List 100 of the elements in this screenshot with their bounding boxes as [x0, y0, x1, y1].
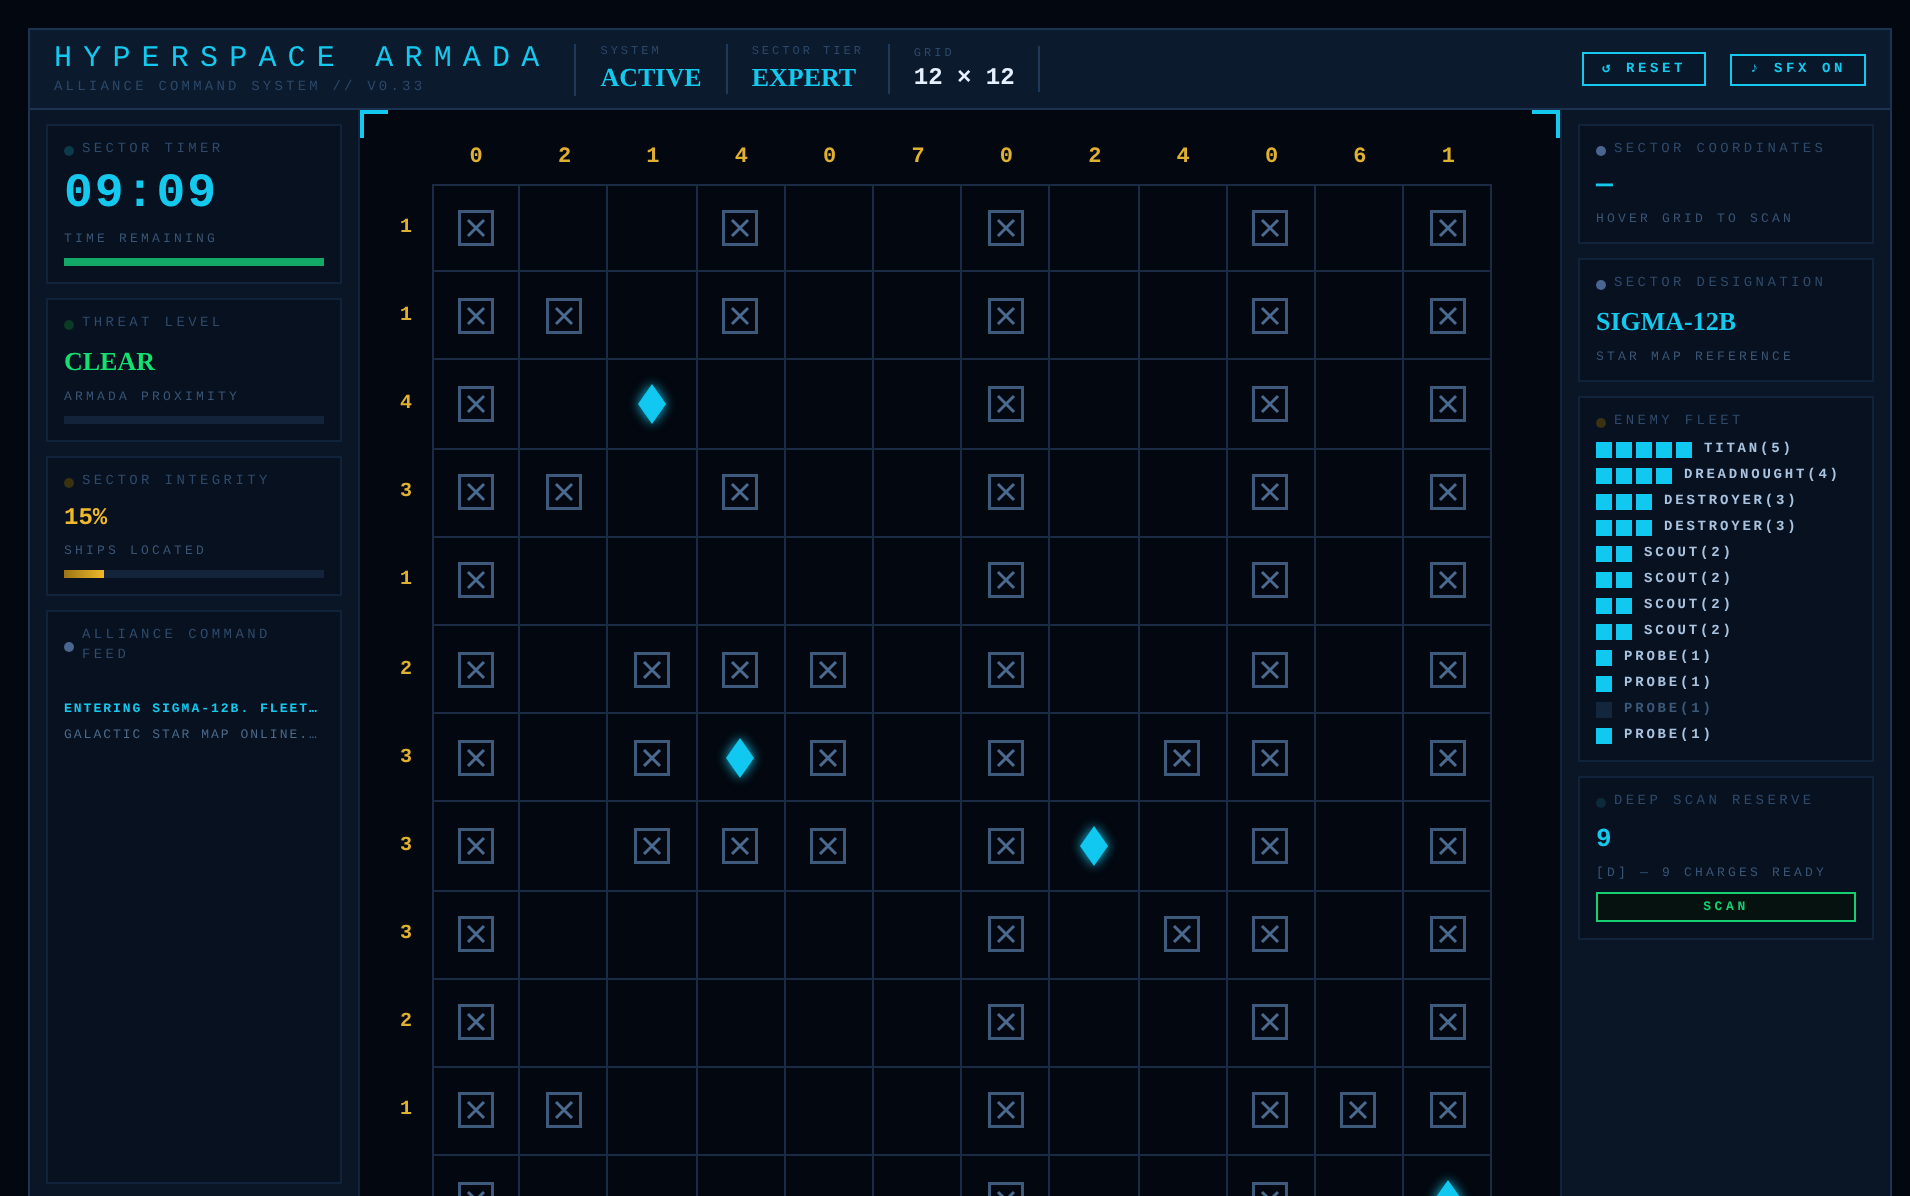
grid-cell[interactable]	[432, 360, 521, 450]
grid-cell[interactable]	[608, 714, 698, 803]
grid-cell[interactable]	[785, 625, 874, 715]
grid-cell[interactable]	[608, 802, 698, 891]
grid-cell[interactable]	[697, 449, 786, 538]
grid-cell[interactable]	[1139, 625, 1228, 715]
grid-cell[interactable]	[432, 537, 521, 626]
grid-cell[interactable]	[1050, 184, 1139, 273]
grid-cell[interactable]	[1139, 272, 1228, 361]
grid-cell[interactable]	[785, 714, 874, 803]
grid-cell[interactable]	[520, 449, 609, 538]
grid-cell[interactable]	[1315, 272, 1405, 361]
grid-cell[interactable]	[1227, 537, 1316, 626]
grid-cell[interactable]	[785, 272, 874, 361]
grid-cell[interactable]	[432, 1067, 521, 1157]
grid-cell[interactable]	[1139, 714, 1228, 803]
grid-cell[interactable]	[1315, 891, 1405, 980]
grid-cell[interactable]	[1050, 1067, 1139, 1157]
grid-cell[interactable]	[962, 891, 1051, 980]
grid-cell[interactable]	[1050, 891, 1139, 980]
grid-cell[interactable]	[697, 979, 786, 1068]
grid-cell[interactable]	[1404, 891, 1493, 980]
grid-cell[interactable]	[1315, 449, 1405, 538]
grid-cell[interactable]	[1315, 802, 1405, 891]
grid-cell[interactable]	[962, 449, 1051, 538]
grid-cell[interactable]	[873, 449, 963, 538]
grid-cell[interactable]	[873, 272, 963, 361]
grid-cell[interactable]	[873, 802, 963, 891]
grid-cell[interactable]	[873, 360, 963, 450]
grid-cell[interactable]	[785, 1067, 874, 1157]
grid-cell[interactable]	[962, 272, 1051, 361]
grid-cell[interactable]	[962, 1067, 1051, 1157]
grid-cell[interactable]	[873, 891, 963, 980]
grid-cell[interactable]	[1315, 1067, 1405, 1157]
grid-cell[interactable]	[1227, 360, 1316, 450]
grid-cell[interactable]	[1404, 714, 1493, 803]
grid-cell[interactable]	[520, 802, 609, 891]
grid-cell[interactable]	[608, 537, 698, 626]
grid-cell[interactable]	[608, 979, 698, 1068]
grid-cell[interactable]	[1139, 802, 1228, 891]
grid-cell[interactable]	[873, 537, 963, 626]
grid-cell[interactable]	[1139, 1067, 1228, 1157]
grid-cell[interactable]	[608, 360, 698, 450]
grid-cell[interactable]	[520, 1067, 609, 1157]
grid-cell[interactable]	[873, 625, 963, 715]
grid-cell[interactable]	[785, 537, 874, 626]
grid-cell[interactable]	[697, 891, 786, 980]
grid-cell[interactable]	[1404, 979, 1493, 1068]
grid-cell[interactable]	[608, 184, 698, 273]
grid-cell[interactable]	[1404, 1067, 1493, 1157]
grid-cell[interactable]	[432, 802, 521, 891]
grid-cell[interactable]	[1404, 360, 1493, 450]
grid-cell[interactable]	[1404, 449, 1493, 538]
grid-cell[interactable]	[1227, 714, 1316, 803]
grid-cell[interactable]	[697, 360, 786, 450]
grid-cell[interactable]	[1227, 891, 1316, 980]
grid-cell[interactable]	[608, 1067, 698, 1157]
grid-cell[interactable]	[1050, 272, 1139, 361]
grid-cell[interactable]	[697, 625, 786, 715]
grid-cell[interactable]	[432, 714, 521, 803]
grid-cell[interactable]	[432, 979, 521, 1068]
grid-cell[interactable]	[1139, 537, 1228, 626]
grid-cell[interactable]	[432, 625, 521, 715]
grid-cell[interactable]	[520, 184, 609, 273]
grid-cell[interactable]	[873, 1067, 963, 1157]
grid-cell[interactable]	[1315, 184, 1405, 273]
grid-cell[interactable]	[1227, 272, 1316, 361]
grid-cell[interactable]	[1139, 184, 1228, 273]
grid-cell[interactable]	[1139, 979, 1228, 1068]
grid-cell[interactable]	[520, 714, 609, 803]
grid-cell[interactable]	[785, 802, 874, 891]
grid-cell[interactable]	[1139, 360, 1228, 450]
grid-cell[interactable]	[1227, 625, 1316, 715]
grid-cell[interactable]	[1315, 537, 1405, 626]
grid-cell[interactable]	[785, 449, 874, 538]
grid-cell[interactable]	[1315, 360, 1405, 450]
grid-cell[interactable]	[1050, 449, 1139, 538]
grid-cell[interactable]	[785, 891, 874, 980]
grid-cell[interactable]	[432, 184, 521, 273]
grid-cell[interactable]	[962, 184, 1051, 273]
grid-cell[interactable]	[520, 537, 609, 626]
grid-cell[interactable]	[1050, 714, 1139, 803]
grid-cell[interactable]	[1227, 1067, 1316, 1157]
grid-cell[interactable]	[697, 714, 786, 803]
grid-cell[interactable]	[1404, 184, 1493, 273]
grid-cell[interactable]	[697, 802, 786, 891]
grid-cell[interactable]	[520, 272, 609, 361]
grid-cell[interactable]	[1404, 802, 1493, 891]
grid-cell[interactable]	[697, 184, 786, 273]
grid-cell[interactable]	[432, 449, 521, 538]
grid-cell[interactable]	[1050, 537, 1139, 626]
grid-cell[interactable]	[1050, 802, 1139, 891]
grid-cell[interactable]	[1315, 979, 1405, 1068]
grid-cell[interactable]	[785, 184, 874, 273]
grid-cell[interactable]	[785, 979, 874, 1068]
grid-cell[interactable]	[1404, 625, 1493, 715]
grid-cell[interactable]	[697, 272, 786, 361]
grid-cell[interactable]	[520, 625, 609, 715]
grid-cell[interactable]	[873, 184, 963, 273]
grid-cell[interactable]	[432, 891, 521, 980]
